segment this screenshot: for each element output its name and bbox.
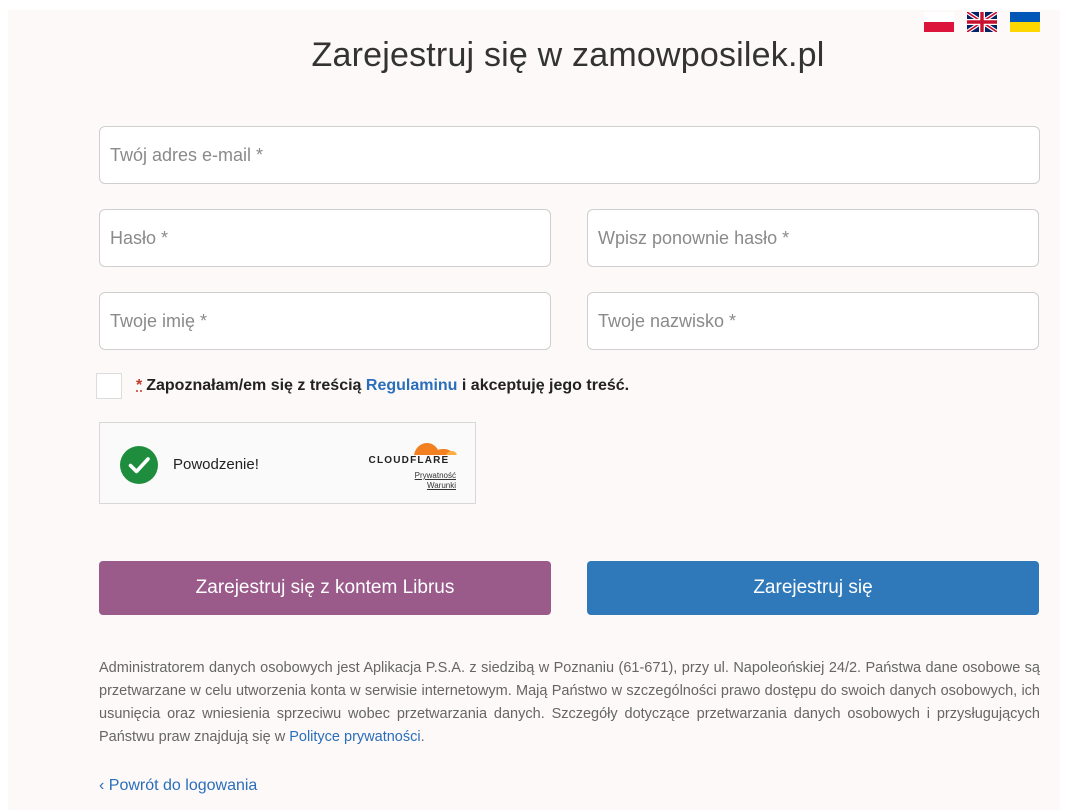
language-switcher [924,12,1040,32]
privacy-notice: Administratorem danych osobowych jest Ap… [99,657,1040,749]
terms-text-before: Zapoznałam/em się z treścią [146,377,366,394]
privacy-text: Administratorem danych osobowych jest Ap… [99,660,1040,745]
poland-flag-icon[interactable] [924,12,954,32]
terms-link[interactable]: Regulaminu [366,377,458,395]
captcha-widget: Powodzenie! CLOUDFLARE Prywatność Warunk… [99,422,476,504]
first-name-field[interactable] [99,292,551,350]
privacy-suffix: . [420,729,425,745]
captcha-status: Powodzenie! [173,456,259,473]
librus-register-button[interactable]: Zarejestruj się z kontem Librus [99,561,551,615]
captcha-privacy-link[interactable]: Prywatność [400,471,456,481]
last-name-field[interactable] [587,292,1039,350]
back-to-login-link[interactable]: ‹ Powrót do logowania [99,777,257,795]
success-check-icon [120,446,158,484]
email-field[interactable] [99,126,1040,184]
ukraine-flag-icon[interactable] [1010,12,1040,32]
terms-checkbox[interactable] [96,373,122,399]
register-button[interactable]: Zarejestruj się [587,561,1039,615]
uk-flag-icon[interactable] [967,12,997,32]
cloudflare-logo-text: CLOUDFLARE [368,455,450,466]
required-mark: * [136,377,143,394]
privacy-policy-link[interactable]: Polityce prywatności [289,729,420,745]
password-field[interactable] [99,209,551,267]
terms-row: * Zapoznałam/em się z treścią Regulaminu… [96,373,629,399]
captcha-links: Prywatność Warunki [400,471,456,491]
page-title: Zarejestruj się w zamowposilek.pl [311,36,825,74]
terms-text-after: i akceptuję jego treść. [457,377,630,394]
password-repeat-field[interactable] [587,209,1039,267]
captcha-terms-link[interactable]: Warunki [400,481,456,491]
